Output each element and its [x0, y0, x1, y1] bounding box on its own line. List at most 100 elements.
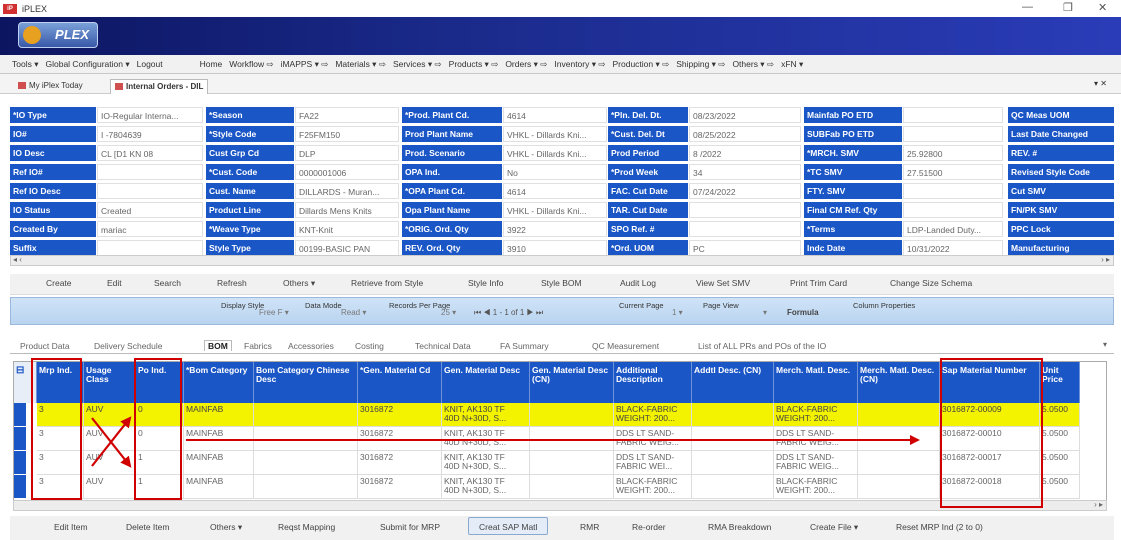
toolbar-button[interactable]: Delete Item [126, 522, 169, 532]
toolbar-button[interactable]: Reset MRP Ind (2 to 0) [896, 522, 983, 532]
column-header[interactable]: Merch. Matl. Desc. (CN) [858, 362, 940, 403]
scroll-right-icon[interactable]: › ▸ [1094, 500, 1103, 509]
row-selector[interactable] [14, 451, 26, 475]
toolbar-button[interactable]: Re-order [632, 522, 666, 532]
tab-my-iplex-today[interactable]: My iPlex Today [14, 79, 87, 94]
tab-close-icon[interactable]: ▾ ✕ [1090, 77, 1111, 92]
field-value[interactable]: KNT-Knit [295, 221, 399, 237]
close-icon[interactable]: ✕ [1098, 1, 1107, 14]
field-value[interactable]: VHKL - Dillards Kni... [503, 126, 607, 142]
subtab-item[interactable]: FA Summary [500, 341, 549, 351]
menu-item[interactable]: Tools ▾ [12, 59, 38, 70]
toolbar-button[interactable]: Others ▾ [210, 522, 242, 533]
toolbar-button[interactable]: Creat SAP Matl [468, 517, 549, 535]
subtab-item[interactable]: BOM [204, 340, 232, 351]
field-value[interactable]: 25.92800 [903, 145, 1003, 161]
field-value[interactable]: VHKL - Dillards Kni... [503, 145, 607, 161]
subtab-item[interactable]: Product Data [20, 341, 70, 351]
toolbar-button[interactable]: RMR [580, 522, 599, 532]
field-value[interactable]: mariac [97, 221, 203, 237]
field-value[interactable]: FA22 [295, 107, 399, 123]
column-header[interactable]: Additional Description [614, 362, 692, 403]
toolbar-button[interactable]: Submit for MRP [380, 522, 440, 532]
toolbar-button[interactable]: Style BOM [541, 278, 582, 288]
page-view-select[interactable]: ▾ [763, 308, 767, 317]
column-properties-button[interactable]: Column Properties [853, 302, 915, 310]
toolbar-button[interactable]: View Set SMV [696, 278, 750, 288]
menu-item[interactable]: xFN ▾ [781, 59, 803, 70]
field-value[interactable] [97, 183, 203, 199]
formula-button[interactable]: Formula [787, 308, 819, 317]
subtab-item[interactable]: Delivery Schedule [94, 341, 163, 351]
field-value[interactable] [903, 107, 1003, 123]
field-value[interactable]: 0000001006 [295, 164, 399, 180]
field-value[interactable]: No [503, 164, 607, 180]
filter-icon[interactable]: ⊟ [16, 365, 24, 376]
menu-item[interactable]: iMAPPS ▾ ⇨ [281, 59, 329, 70]
field-value[interactable]: 07/24/2022 [689, 183, 801, 199]
data-mode-select[interactable]: Read ▾ [341, 308, 366, 317]
menu-item[interactable]: Products ▾ ⇨ [449, 59, 499, 70]
menu-item[interactable]: Production ▾ ⇨ [612, 59, 669, 70]
field-value[interactable]: 3922 [503, 221, 607, 237]
records-per-page-select[interactable]: 25 ▾ [441, 308, 456, 317]
menu-item[interactable]: Materials ▾ ⇨ [335, 59, 386, 70]
field-value[interactable]: DILLARDS - Muran... [295, 183, 399, 199]
menu-item[interactable]: Others ▾ ⇨ [732, 59, 774, 70]
field-value[interactable]: LDP-Landed Duty... [903, 221, 1003, 237]
column-header[interactable]: Usage Class [84, 362, 136, 403]
header-scrollbar[interactable]: ◂ ‹ › ▸ [10, 255, 1114, 266]
menu-item[interactable]: Orders ▾ ⇨ [505, 59, 547, 70]
toolbar-button[interactable]: Style Info [468, 278, 503, 288]
scroll-right-icon[interactable]: › ▸ [1101, 255, 1110, 264]
column-header[interactable]: Bom Category Chinese Desc [254, 362, 358, 403]
field-value[interactable]: DLP [295, 145, 399, 161]
scroll-left-icon[interactable]: ◂ ‹ [13, 255, 22, 264]
toolbar-button[interactable]: Retrieve from Style [351, 278, 423, 288]
field-value[interactable]: VHKL - Dillards Kni... [503, 202, 607, 218]
field-value[interactable]: CL [D1 KN 08 [97, 145, 203, 161]
toolbar-button[interactable]: Reqst Mapping [278, 522, 335, 532]
toolbar-button[interactable]: Search [154, 278, 181, 288]
toolbar-button[interactable]: Change Size Schema [890, 278, 972, 288]
column-header[interactable]: Gen. Material Desc (CN) [530, 362, 614, 403]
row-selector[interactable] [14, 403, 26, 427]
field-value[interactable] [689, 202, 801, 218]
subtab-menu-icon[interactable]: ▾ [1103, 340, 1107, 349]
field-value[interactable]: 08/25/2022 [689, 126, 801, 142]
column-header[interactable]: Unit Price [1040, 362, 1080, 403]
restore-icon[interactable]: ❐ [1063, 1, 1073, 14]
field-value[interactable] [689, 221, 801, 237]
menu-item[interactable]: Workflow ⇨ [229, 59, 273, 70]
subtab-item[interactable]: Fabrics [244, 341, 272, 351]
row-selector[interactable] [14, 475, 26, 499]
field-value[interactable]: 08/23/2022 [689, 107, 801, 123]
field-value[interactable] [97, 164, 203, 180]
subtab-item[interactable]: Accessories [288, 341, 334, 351]
row-selector[interactable] [14, 427, 26, 451]
minimize-icon[interactable]: — [1022, 1, 1033, 13]
field-value[interactable] [903, 202, 1003, 218]
field-value[interactable]: 4614 [503, 183, 607, 199]
menu-item[interactable]: Global Configuration ▾ [45, 59, 129, 70]
column-header[interactable]: Merch. Matl. Desc. [774, 362, 858, 403]
toolbar-button[interactable]: Create File ▾ [810, 522, 858, 533]
menu-item[interactable]: Home [200, 59, 223, 69]
field-value[interactable]: 4614 [503, 107, 607, 123]
field-value[interactable]: PC [689, 240, 801, 255]
field-value[interactable] [97, 240, 203, 255]
field-value[interactable]: Created [97, 202, 203, 218]
field-value[interactable]: Dillards Mens Knits [295, 202, 399, 218]
toolbar-button[interactable]: Audit Log [620, 278, 656, 288]
column-header[interactable]: *Gen. Material Cd [358, 362, 442, 403]
menu-item[interactable]: Shipping ▾ ⇨ [676, 59, 725, 70]
field-value[interactable]: 27.51500 [903, 164, 1003, 180]
menu-item[interactable]: Services ▾ ⇨ [393, 59, 442, 70]
toolbar-button[interactable]: Refresh [217, 278, 247, 288]
subtab-item[interactable]: QC Measurement [592, 341, 659, 351]
subtab-item[interactable]: Costing [355, 341, 384, 351]
toolbar-button[interactable]: Create [46, 278, 72, 288]
field-value[interactable]: I -7804639 [97, 126, 203, 142]
column-header[interactable]: *Bom Category [184, 362, 254, 403]
column-header[interactable]: Gen. Material Desc [442, 362, 530, 403]
